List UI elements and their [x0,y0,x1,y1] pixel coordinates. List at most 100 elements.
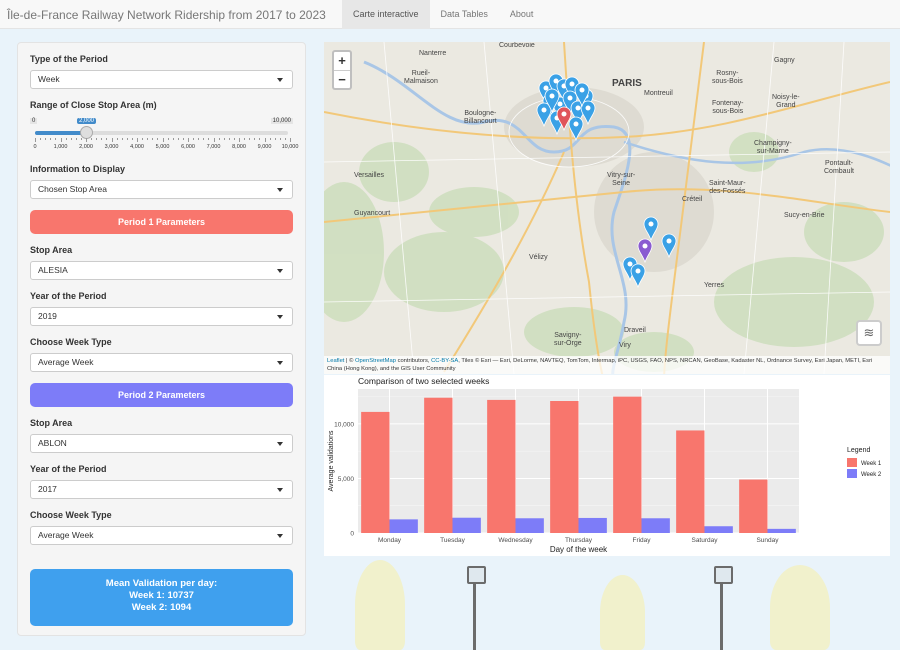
attribution-contributors: contributors, [395,358,432,364]
interactive-map[interactable]: Nanterre Courbevoie Rueil- Malmaison Boulog… [324,42,890,374]
p2-year-select[interactable]: 2017 [30,480,293,499]
slider-minor-tick [249,138,251,140]
p1-stop-area-value: ALESIA [38,265,68,275]
range-label: Range of Close Stop Area (m) [30,100,157,110]
zoom-in-button[interactable]: + [334,52,350,70]
tab-carte-interactive[interactable]: Carte interactive [342,0,430,29]
slider-minor-tick [233,138,235,140]
slider-tick-label: 1,000 [53,144,68,150]
p1-week-type-value: Average Week [38,357,94,367]
x-tick-label: Sunday [756,537,779,544]
p1-stop-area-label: Stop Area [30,245,73,255]
stop-marker[interactable] [580,100,596,126]
p2-week-type-value: Average Week [38,530,94,540]
info-display-label: Information to Display [30,164,126,174]
slider-minor-tick [208,138,210,140]
slider-tick [137,138,138,142]
tab-data-tables[interactable]: Data Tables [430,0,499,29]
slider-minor-tick [269,138,271,140]
zoom-control: + − [332,50,352,90]
chart-svg: 0 5,000 10,000 Monday Tuesday Wednesday Thursd… [328,376,882,554]
background-lamp [714,566,733,650]
background-tree [770,565,830,650]
p1-week-type-select[interactable]: Average Week [30,353,293,372]
slider-tick [213,138,215,142]
leaflet-link[interactable]: Leaflet [327,358,344,364]
period2-stop-marker[interactable] [637,238,653,264]
zoom-out-button[interactable]: − [334,70,350,88]
info-display-select[interactable]: Chosen Stop Area [30,180,293,199]
y-tick-label: 5,000 [338,476,355,483]
background-tree [600,575,645,650]
bar-week-2 [515,518,544,533]
bar-week-2 [641,518,670,533]
bar-week-1 [613,396,642,533]
nav-tabs: Carte interactive Data Tables About [342,0,544,29]
slider-tick-label: 9,000 [257,144,272,150]
bar-week-1 [676,430,705,533]
period-1-parameters-button[interactable]: Period 1 Parameters [30,210,293,234]
stop-marker[interactable] [536,102,552,128]
period-2-parameters-button[interactable]: Period 2 Parameters [30,383,293,407]
caret-down-icon [277,361,283,365]
legend-swatch [847,469,857,478]
caret-down-icon [277,534,283,538]
tab-about[interactable]: About [499,0,545,29]
slider-minor-tick [203,138,205,140]
p2-week-type-label: Choose Week Type [30,510,112,520]
p2-year-label: Year of the Period [30,464,107,474]
bar-week-2 [704,526,733,533]
p2-week-type-select[interactable]: Average Week [30,526,293,545]
slider-tick-label: 10,000 [281,144,299,150]
slider-minor-tick [167,138,169,140]
period-type-value: Week [38,74,60,84]
slider-tick-label: 2,000 [79,144,93,150]
bar-week-1 [550,401,579,533]
bar-week-1 [424,397,453,533]
osm-link[interactable]: OpenStreetMap [355,358,396,364]
bar-week-1 [739,479,768,533]
slider-tick-label: 6,000 [181,144,195,150]
x-tick-label: Thursday [565,537,593,544]
p1-stop-area-select[interactable]: ALESIA [30,261,293,280]
legend-title: Legend [847,447,870,454]
slider-minor-tick [157,138,159,140]
info-display-value: Chosen Stop Area [38,184,107,194]
caret-down-icon [277,442,283,446]
slider-minor-tick [96,138,98,140]
x-tick-label: Saturday [691,537,718,544]
p2-stop-area-select[interactable]: ABLON [30,434,293,453]
slider-tick [264,138,266,142]
caret-down-icon [277,269,283,273]
slider-minor-tick [126,138,128,140]
p1-year-select[interactable]: 2019 [30,307,293,326]
ccbysa-link[interactable]: CC-BY-SA [431,358,458,364]
slider-tick [290,138,291,142]
p1-year-label: Year of the Period [30,291,107,301]
mean-title: Mean Validation per day: [105,578,218,589]
slider-tick-label: 8,000 [232,144,246,150]
slider-minor-tick [106,138,108,140]
p2-year-value: 2017 [38,484,57,494]
mean-week1: Week 1: 10737 [129,590,194,601]
slider-minor-tick [45,138,47,140]
slider-value-label: 2,000 [77,118,97,124]
stop-marker[interactable] [661,233,677,259]
slider-minor-tick [65,138,67,140]
slider-minor-tick [80,138,82,140]
attribution-sep: | © [344,358,356,364]
period-type-select[interactable]: Week [30,70,293,89]
navbar: Île-de-France Railway Network Ridership … [0,0,900,29]
range-slider[interactable]: 0 2,000 10,000 0 1,000 2,000 3,000 4,000 5,00… [30,116,298,156]
layers-icon[interactable]: ≋ [856,320,882,346]
slider-tick [35,138,36,142]
caret-down-icon [277,78,283,82]
slider-max-label: 10,000 [270,118,293,124]
slider-tick [239,138,240,142]
stop-marker[interactable] [630,263,646,289]
slider-minor-tick [101,138,103,140]
stop-marker[interactable] [568,116,584,142]
slider-minor-tick [55,138,57,140]
stop-marker[interactable] [643,216,659,242]
y-axis-label: Average validations [328,430,335,491]
